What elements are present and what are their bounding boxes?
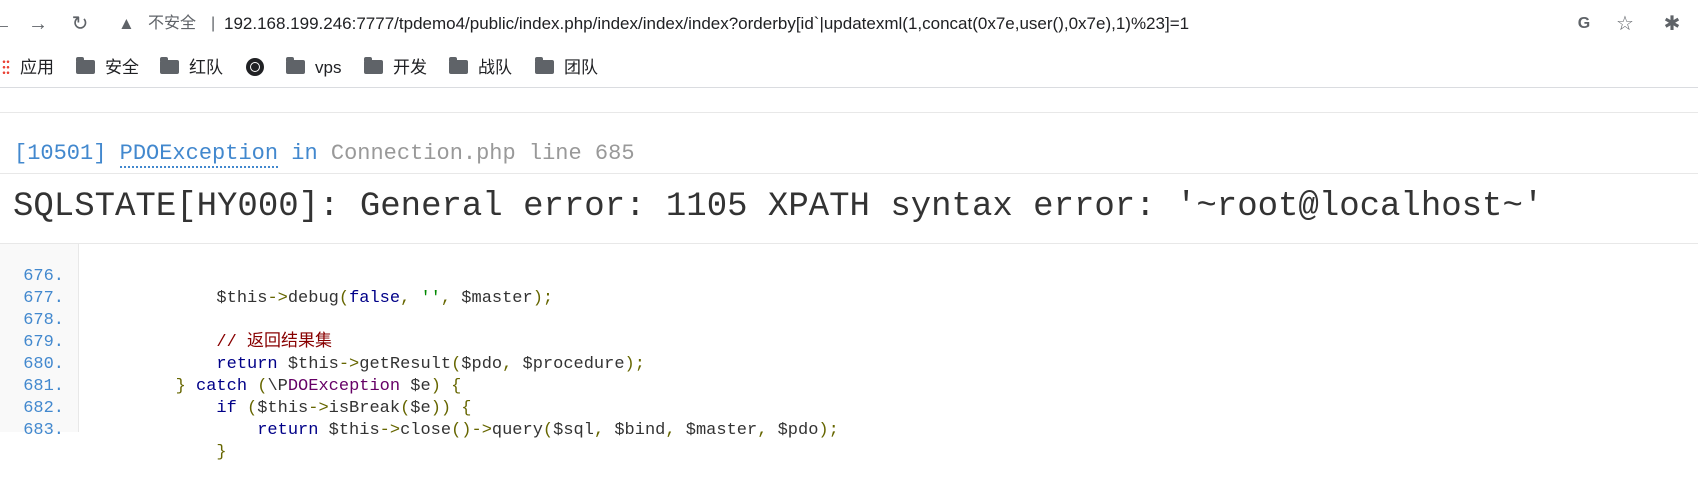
reload-icon[interactable]: ↻ — [66, 10, 94, 38]
folder-icon — [535, 57, 554, 74]
bookmark-label: 应用 — [20, 58, 54, 77]
header-divider — [0, 173, 1698, 174]
bookmark-label: 安全 — [105, 58, 139, 77]
code-line: 677. — [0, 266, 64, 308]
browser-toolbar: ← → ↻ ▲ 不安全 | 192.168.199.246:7777/tpdem… — [0, 0, 1698, 48]
translate-icon[interactable]: G — [1570, 10, 1598, 38]
exception-class-link[interactable]: PDOException — [119, 141, 279, 168]
bookmark-team[interactable]: 团队 — [535, 54, 598, 82]
error-code: [10501] — [14, 141, 107, 166]
code-text: } catch (\PDOException $e) { — [175, 377, 462, 396]
bookmark-label: 红队 — [189, 58, 223, 77]
folder-icon — [286, 57, 305, 74]
bookmark-team-war[interactable]: 战队 — [449, 54, 512, 82]
security-label[interactable]: 不安全 — [148, 10, 196, 38]
bookmark-label: 团队 — [564, 58, 598, 77]
bookmark-vps[interactable]: vps — [286, 54, 341, 82]
bookmark-redteam[interactable]: 红队 — [160, 54, 223, 82]
code-line: 676. $this->debug(false, '', $master); — [0, 244, 553, 308]
bookmark-dev[interactable]: 开发 — [364, 54, 427, 82]
bookmark-security[interactable]: 安全 — [76, 54, 139, 82]
apps-icon — [2, 59, 10, 75]
extension-icon[interactable]: ✱ — [1658, 10, 1686, 38]
line-number: 683. — [23, 421, 64, 440]
source-code-panel: 676. $this->debug(false, '', $master); 6… — [0, 243, 1698, 462]
code-line: 678. // 返回结果集 — [0, 288, 332, 352]
code-line: 682. return $this->close()->query($sql, … — [0, 376, 839, 440]
star-icon[interactable]: ☆ — [1611, 10, 1639, 38]
folder-icon — [76, 57, 95, 74]
code-line: 683. } — [0, 398, 226, 462]
exception-header: [10501] PDOException in Connection.php l… — [14, 139, 635, 169]
globe-icon — [246, 58, 264, 76]
code-text: $this->debug(false, '', $master); — [94, 289, 554, 308]
bookmark-globe[interactable] — [246, 54, 264, 82]
code-text: return $this->getResult($pdo, $procedure… — [216, 355, 645, 374]
code-comment: // 返回结果集 — [94, 333, 333, 352]
code-line: 679. return $this->getResult($pdo, $proc… — [0, 310, 645, 374]
code-line: 681. if ($this->isBreak($e)) { — [0, 354, 471, 418]
code-line: 680. } catch (\PDOException $e) { — [0, 332, 461, 396]
folder-icon — [449, 57, 468, 74]
folder-icon — [364, 57, 383, 74]
forward-icon[interactable]: → — [24, 10, 52, 38]
folder-icon — [160, 57, 179, 74]
url-separator: | — [211, 15, 216, 32]
bookmark-label: 战队 — [478, 58, 512, 77]
code-text: return $this->close()->query($sql, $bind… — [257, 421, 839, 440]
bookmark-label: vps — [315, 58, 342, 77]
bookmark-label: 开发 — [393, 58, 427, 77]
warning-icon[interactable]: ▲ — [118, 12, 138, 36]
error-message: SQLSTATE[HY000]: General error: 1105 XPA… — [13, 188, 1544, 226]
toolbar-divider — [0, 87, 1698, 88]
back-icon[interactable]: ← — [0, 10, 16, 38]
code-text: if ($this->isBreak($e)) { — [216, 399, 472, 418]
bookmark-apps[interactable]: 应用 — [2, 54, 54, 82]
bookmarks-bar: 应用 安全 红队 vps 开发 战队 团队 — [0, 50, 1698, 86]
address-bar[interactable]: 192.168.199.246:7777/tpdemo4/public/inde… — [224, 10, 1189, 38]
code-text: } — [94, 443, 227, 462]
exception-in-label: in — [291, 141, 318, 166]
page-divider — [0, 112, 1698, 113]
exception-file: Connection.php line 685 — [330, 141, 635, 166]
